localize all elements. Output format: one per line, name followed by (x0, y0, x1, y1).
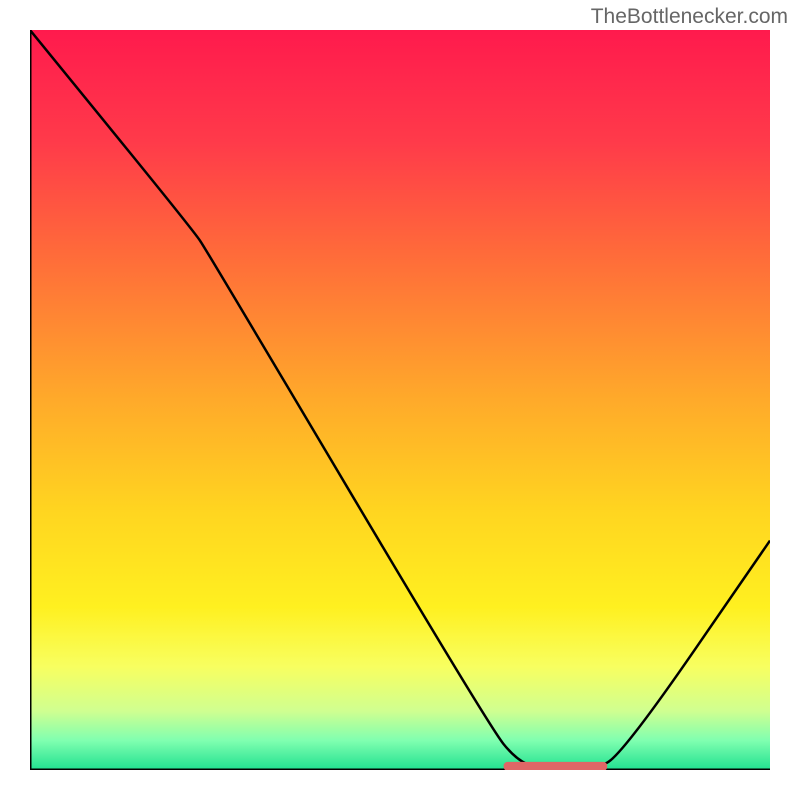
chart-area (30, 30, 770, 770)
chart-background (30, 30, 770, 770)
optimal-range-marker (504, 762, 608, 770)
chart-svg (30, 30, 770, 770)
watermark-text: TheBottlenecker.com (591, 5, 788, 29)
